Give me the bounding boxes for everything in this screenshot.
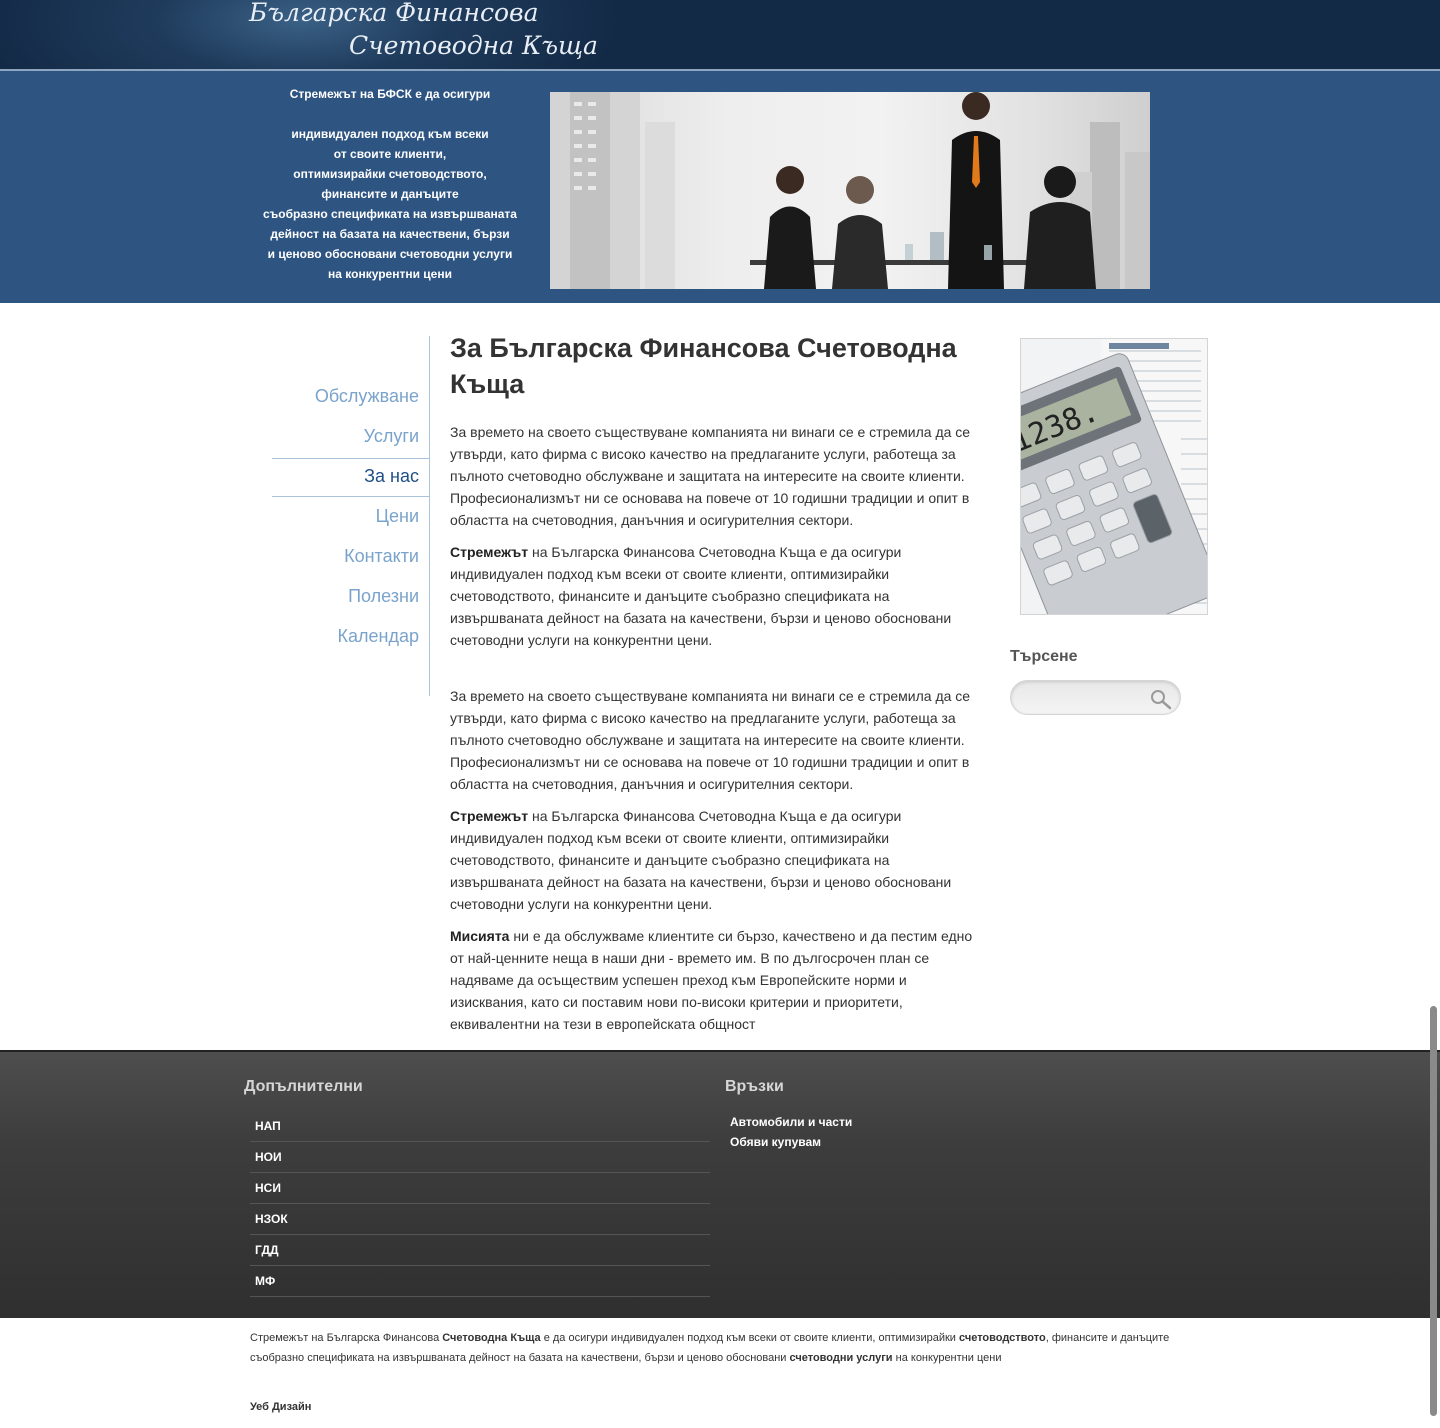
nav-active-bottom-border <box>272 496 430 497</box>
search-title: Търсене <box>1010 648 1078 665</box>
bottom-text-part: на конкурентни цени <box>892 1352 1002 1364</box>
paragraph-history-2: За времето на своето съществуване компан… <box>450 688 971 792</box>
nav-item-kalendar[interactable]: Календар <box>338 626 419 647</box>
bottom-link-accounting[interactable]: счетоводството <box>959 1332 1046 1344</box>
footer-link-nsi[interactable]: НСИ <box>250 1173 710 1204</box>
footer-link-gdd[interactable]: ГДД <box>250 1235 710 1266</box>
banner: Стремежът на БФСК е да осигури индивидуа… <box>0 71 1440 303</box>
paragraph-history: За времето на своето съществуване компан… <box>450 424 971 528</box>
main-content: За Българска Финансова Счетоводна Къща З… <box>450 330 985 1045</box>
footer-col2-title: Връзки <box>725 1078 784 1095</box>
bottom-text-part: е да осигури индивидуален подход към все… <box>540 1332 959 1344</box>
footer-col1-title: Допълнителни <box>244 1078 363 1095</box>
banner-line: от своите клиенти, <box>333 147 447 161</box>
calculator-photo: 1238. <box>1020 338 1208 615</box>
banner-line: оптимизирайки счетоводството, <box>293 167 487 181</box>
nav-item-za-nas[interactable]: За нас <box>364 466 419 487</box>
paragraph-mission: Мисията ни е да обслужваме клиентите си … <box>450 925 985 1035</box>
banner-text: Стремежът на БФСК е да осигури индивидуа… <box>250 84 530 284</box>
footer-link-ads[interactable]: Обяви купувам <box>730 1132 852 1152</box>
page-title: За Българска Финансова Счетоводна Къща <box>450 333 957 399</box>
bottom-link-accounting-services[interactable]: счетоводни услуги <box>790 1352 893 1364</box>
scrollbar[interactable] <box>1430 1006 1437 1416</box>
footer-col2-list: Автомобили и части Обяви купувам <box>730 1112 852 1152</box>
calculator-illustration: 1238. <box>1021 339 1207 614</box>
banner-line <box>250 104 530 124</box>
web-design-credit[interactable]: Уеб Дизайн <box>250 1401 311 1413</box>
footer-link-nzok[interactable]: НЗОК <box>250 1204 710 1235</box>
search-box <box>1010 680 1181 715</box>
bold-term: Стремежът <box>450 544 529 560</box>
paragraph-mission-aim-2: Стремежът на Българска Финансова Счетово… <box>450 805 985 915</box>
logo-line-1[interactable]: Българска Финансова <box>249 0 538 27</box>
footer-link-nap[interactable]: НАП <box>250 1111 710 1142</box>
nav-active-top-border <box>272 458 430 459</box>
nav-item-polezni[interactable]: Полезни <box>348 586 419 607</box>
banner-line: индивидуален подход към всеки <box>291 127 489 141</box>
banner-line: съобразно спецификата на извършваната <box>263 207 517 221</box>
search-icon[interactable] <box>1149 688 1173 710</box>
paragraph-text: ни е да обслужваме клиентите си бързо, к… <box>450 928 973 1032</box>
search-input[interactable] <box>1023 688 1143 708</box>
nav-item-tseni[interactable]: Цени <box>376 506 419 527</box>
business-meeting-illustration <box>550 92 1150 289</box>
site-header: Българска Финансова Счетоводна Къща <box>0 0 1440 69</box>
bottom-link-accounting-house[interactable]: Счетоводна Къща <box>442 1332 540 1344</box>
logo-line-2[interactable]: Счетоводна Къща <box>349 31 598 60</box>
business-meeting-photo <box>550 92 1150 289</box>
banner-line: и ценово обосновани счетоводни услуги <box>267 247 513 261</box>
bottom-text-part: Стремежът на Българска Финансова <box>250 1332 443 1344</box>
nav-item-kontakti[interactable]: Контакти <box>344 546 419 567</box>
paragraph-mission-aim: Стремежът на Българска Финансова Счетово… <box>450 541 985 651</box>
footer-link-mf[interactable]: МФ <box>250 1266 710 1297</box>
banner-line: на конкурентни цени <box>328 267 452 281</box>
banner-line: Стремежът на БФСК е да осигури <box>289 87 491 101</box>
bold-term: Стремежът <box>450 808 529 824</box>
bold-term: Мисията <box>450 928 510 944</box>
nav-item-obsluzhvane[interactable]: Обслужване <box>315 386 419 407</box>
banner-line: финансите и данъците <box>321 187 459 201</box>
footer-link-autos[interactable]: Автомобили и части <box>730 1112 852 1132</box>
footer-link-noi[interactable]: НОИ <box>250 1142 710 1173</box>
footer-col1-list: НАП НОИ НСИ НЗОК ГДД МФ <box>250 1111 710 1297</box>
footer: Допълнителни НАП НОИ НСИ НЗОК ГДД МФ Връ… <box>0 1050 1440 1318</box>
bottom-description: Стремежът на Българска Финансова Счетово… <box>250 1328 1200 1368</box>
side-navigation: Обслужване Услуги За нас Цени Контакти П… <box>272 336 430 696</box>
nav-item-uslugi[interactable]: Услуги <box>364 426 419 447</box>
banner-line: дейност на базата на качествени, бързи <box>270 227 510 241</box>
